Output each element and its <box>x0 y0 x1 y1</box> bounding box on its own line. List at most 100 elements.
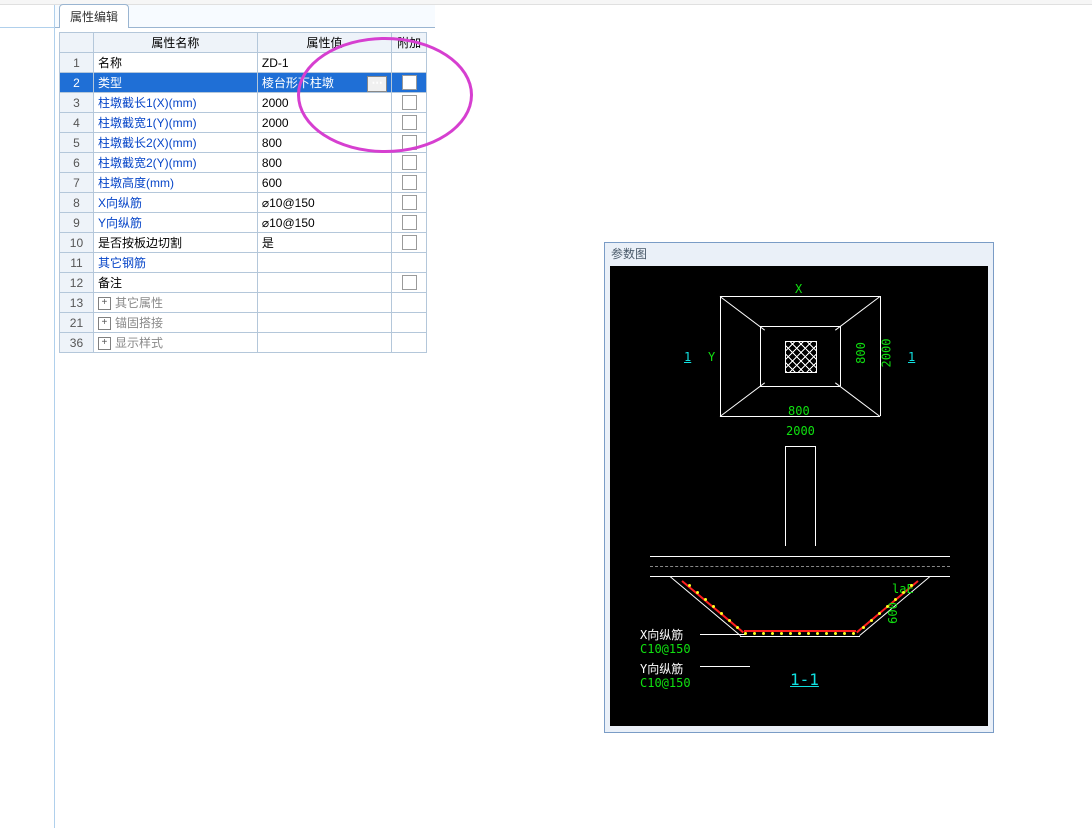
table-row[interactable]: 3柱墩截长1(X)(mm)2000 <box>60 93 427 113</box>
browse-button[interactable]: ⋯ <box>367 76 387 92</box>
checkbox-icon[interactable] <box>402 135 417 150</box>
section-mark-right: 1 <box>908 350 915 364</box>
add-checkbox-cell[interactable] <box>392 133 427 153</box>
table-row[interactable]: 6柱墩截宽2(Y)(mm)800 <box>60 153 427 173</box>
row-index: 12 <box>60 273 94 293</box>
property-value[interactable]: 2000 <box>257 93 391 113</box>
table-row[interactable]: 36+显示样式 <box>60 333 427 353</box>
table-row[interactable]: 13+其它属性 <box>60 293 427 313</box>
rebar-dot <box>902 591 905 594</box>
x-rebar-spec: C10@150 <box>640 642 691 656</box>
property-value[interactable]: 2000 <box>257 113 391 133</box>
rebar-dot <box>753 632 756 635</box>
property-name: +锚固搭接 <box>93 313 257 333</box>
table-row[interactable]: 7柱墩高度(mm)600 <box>60 173 427 193</box>
add-checkbox-cell[interactable] <box>392 293 427 313</box>
property-value[interactable] <box>257 313 391 333</box>
row-index: 21 <box>60 313 94 333</box>
row-index: 9 <box>60 213 94 233</box>
property-value[interactable] <box>257 253 391 273</box>
add-checkbox-cell[interactable] <box>392 173 427 193</box>
property-value[interactable] <box>257 293 391 313</box>
add-checkbox-cell[interactable] <box>392 73 427 93</box>
table-row[interactable]: 5柱墩截长2(X)(mm)800 <box>60 133 427 153</box>
rebar-dot <box>789 632 792 635</box>
property-table: 属性名称 属性值 附加 1名称ZD-12类型棱台形下柱墩⋯3柱墩截长1(X)(m… <box>59 32 427 353</box>
row-index: 13 <box>60 293 94 313</box>
property-name: 柱墩截长1(X)(mm) <box>93 93 257 113</box>
table-row[interactable]: 10是否按板边切割是 <box>60 233 427 253</box>
table-row[interactable]: 2类型棱台形下柱墩⋯ <box>60 73 427 93</box>
add-checkbox-cell[interactable] <box>392 153 427 173</box>
expand-icon[interactable]: + <box>98 337 111 350</box>
property-name: 柱墩高度(mm) <box>93 173 257 193</box>
table-row[interactable]: 4柱墩截宽1(Y)(mm)2000 <box>60 113 427 133</box>
dim-x-label: X <box>795 282 802 296</box>
table-row[interactable]: 9Y向纵筋⌀10@150 <box>60 213 427 233</box>
rebar-dot <box>704 598 707 601</box>
row-index: 10 <box>60 233 94 253</box>
table-row[interactable]: 21+锚固搭接 <box>60 313 427 333</box>
add-checkbox-cell[interactable] <box>392 93 427 113</box>
rebar-dot <box>762 632 765 635</box>
rebar-dot <box>878 612 881 615</box>
property-name: 柱墩截长2(X)(mm) <box>93 133 257 153</box>
property-value[interactable] <box>257 273 391 293</box>
rebar-dot <box>720 612 723 615</box>
property-name: 柱墩截宽1(Y)(mm) <box>93 113 257 133</box>
checkbox-icon[interactable] <box>402 275 417 290</box>
property-name: +其它属性 <box>93 293 257 313</box>
row-index: 2 <box>60 73 94 93</box>
rebar-dot <box>834 632 837 635</box>
property-value[interactable]: ZD-1 <box>257 53 391 73</box>
rebar-dot <box>798 632 801 635</box>
property-value[interactable]: 棱台形下柱墩⋯ <box>257 73 391 93</box>
rebar-dot <box>886 605 889 608</box>
checkbox-icon[interactable] <box>402 155 417 170</box>
checkbox-icon[interactable] <box>402 175 417 190</box>
checkbox-icon[interactable] <box>402 75 417 90</box>
checkbox-icon[interactable] <box>402 215 417 230</box>
add-checkbox-cell[interactable] <box>392 273 427 293</box>
x-rebar-label: X向纵筋 <box>640 626 683 643</box>
tab-property-edit[interactable]: 属性编辑 <box>59 4 129 28</box>
add-checkbox-cell[interactable] <box>392 253 427 273</box>
table-row[interactable]: 11其它钢筋 <box>60 253 427 273</box>
add-checkbox-cell[interactable] <box>392 233 427 253</box>
property-name: 柱墩截宽2(Y)(mm) <box>93 153 257 173</box>
row-index: 1 <box>60 53 94 73</box>
diagram-canvas: X Y 800 2000 800 2000 1 1 <box>610 266 988 726</box>
rebar-dot <box>870 619 873 622</box>
property-value[interactable]: ⌀10@150 <box>257 213 391 233</box>
property-value[interactable]: 800 <box>257 133 391 153</box>
checkbox-icon[interactable] <box>402 235 417 250</box>
table-row[interactable]: 1名称ZD-1 <box>60 53 427 73</box>
rebar-dot <box>771 632 774 635</box>
expand-icon[interactable]: + <box>98 317 111 330</box>
rebar-dot <box>728 619 731 622</box>
checkbox-icon[interactable] <box>402 115 417 130</box>
property-value[interactable]: 600 <box>257 173 391 193</box>
table-row[interactable]: 8X向纵筋⌀10@150 <box>60 193 427 213</box>
expand-icon[interactable]: + <box>98 297 111 310</box>
property-value[interactable] <box>257 333 391 353</box>
add-checkbox-cell[interactable] <box>392 313 427 333</box>
checkbox-icon[interactable] <box>402 195 417 210</box>
dim-y-label: Y <box>708 350 715 364</box>
checkbox-icon[interactable] <box>402 95 417 110</box>
rebar-dot <box>744 632 747 635</box>
rebar-dot <box>807 632 810 635</box>
property-name: X向纵筋 <box>93 193 257 213</box>
table-row[interactable]: 12备注 <box>60 273 427 293</box>
row-index: 4 <box>60 113 94 133</box>
add-checkbox-cell[interactable] <box>392 53 427 73</box>
add-checkbox-cell[interactable] <box>392 333 427 353</box>
rebar-dot <box>696 591 699 594</box>
add-checkbox-cell[interactable] <box>392 113 427 133</box>
property-value[interactable]: 是 <box>257 233 391 253</box>
property-value[interactable]: ⌀10@150 <box>257 193 391 213</box>
property-name: 名称 <box>93 53 257 73</box>
property-value[interactable]: 800 <box>257 153 391 173</box>
add-checkbox-cell[interactable] <box>392 213 427 233</box>
add-checkbox-cell[interactable] <box>392 193 427 213</box>
